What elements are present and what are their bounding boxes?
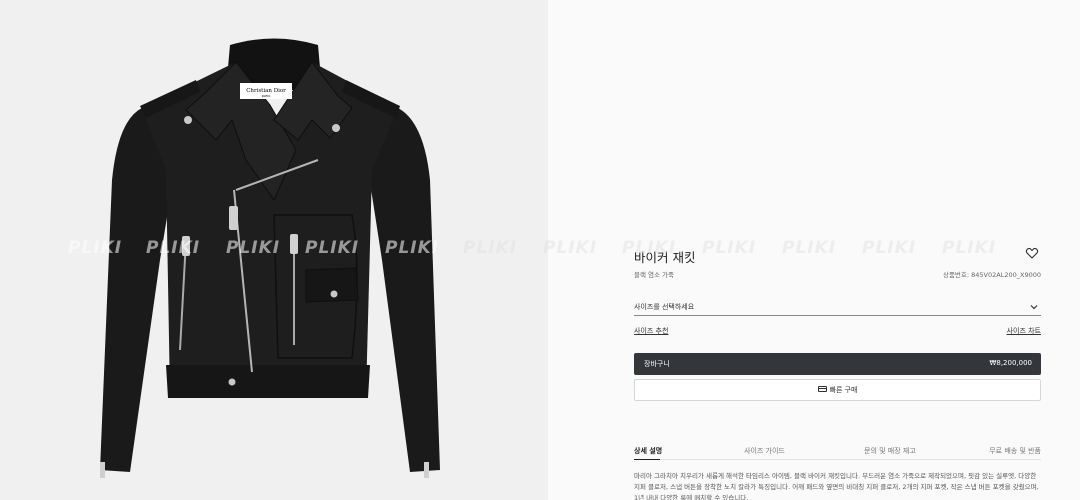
active-tab-indicator <box>634 459 660 460</box>
tab-shipping-returns[interactable]: 무료 배송 및 반품 <box>989 446 1041 456</box>
size-recommend-link[interactable]: 사이즈 추천 <box>634 326 668 336</box>
size-select-placeholder: 사이즈를 선택하세요 <box>634 303 695 311</box>
brand-label-city: PARIS <box>262 94 271 98</box>
tab-inquiry-stock[interactable]: 문의 및 매장 재고 <box>864 446 916 456</box>
product-code: 상품번호: 845V02AL200_X9000 <box>942 271 1041 279</box>
jacket-illustration: Christian Dior PARIS <box>100 38 440 478</box>
cart-button-label: 장바구니 <box>644 360 670 368</box>
quick-buy-label: 빠른 구매 <box>829 386 858 394</box>
tab-size-guide[interactable]: 사이즈 가이드 <box>744 446 785 456</box>
product-price: ₩8,200,000 <box>989 359 1032 367</box>
size-chart-link[interactable]: 사이즈 차트 <box>1007 326 1041 336</box>
size-select[interactable]: 사이즈를 선택하세요 <box>634 298 1041 316</box>
heart-icon[interactable] <box>1025 246 1039 260</box>
product-info-panel: 바이커 재킷 블랙 염소 가죽 상품번호: 845V02AL200_X9000 … <box>548 0 1080 500</box>
product-description: 마리아 그라치아 치우리가 새롭게 해석한 타임리스 아이템, 블랙 바이커 재… <box>634 472 1039 500</box>
add-to-cart-button[interactable]: 장바구니 ₩8,200,000 <box>634 353 1041 375</box>
product-subtitle: 블랙 염소 가죽 <box>634 271 675 279</box>
product-title: 바이커 재킷 <box>634 250 696 265</box>
detail-tabs: 상세 설명 사이즈 가이드 문의 및 매장 재고 무료 배송 및 반품 <box>634 444 1041 460</box>
quick-buy-button[interactable]: 빠른 구매 <box>634 379 1041 401</box>
card-icon <box>817 386 827 392</box>
chevron-down-icon <box>1030 305 1038 310</box>
tab-details[interactable]: 상세 설명 <box>634 446 662 456</box>
product-image[interactable]: Christian Dior PARIS <box>0 0 548 500</box>
